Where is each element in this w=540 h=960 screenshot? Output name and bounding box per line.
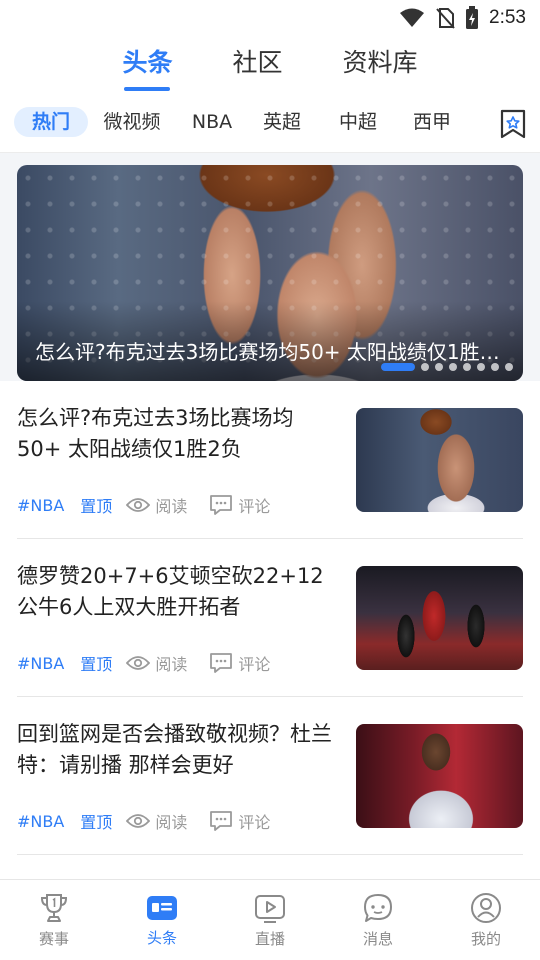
eye-icon (126, 656, 151, 670)
category-la-liga[interactable]: 西甲 (410, 107, 454, 137)
comment-action[interactable]: 评论 (209, 809, 270, 833)
comment-icon (210, 653, 233, 673)
bottom-tab-label: 头条 (146, 928, 177, 947)
eye-icon (126, 498, 151, 512)
status-bar: 2:53 (0, 0, 540, 36)
bottom-tab-label: 我的 (470, 929, 501, 948)
carousel-dot[interactable] (477, 363, 485, 371)
news-tag[interactable]: #NBA (17, 812, 64, 831)
bottom-tab-live[interactable]: 直播 (216, 892, 324, 949)
comment-label: 评论 (238, 497, 271, 516)
tab-community[interactable]: 社区 (232, 43, 282, 85)
top-tabs: 头条 社区 资料库 (0, 36, 540, 92)
news-thumbnail[interactable] (356, 724, 523, 828)
battery-charging-icon (465, 6, 479, 30)
read-action[interactable]: 阅读 (126, 493, 187, 517)
category-csl[interactable]: 中超 (336, 107, 380, 137)
bottom-tab-profile[interactable]: 我的 (432, 892, 540, 949)
bottom-tab-label: 赛事 (38, 929, 69, 948)
bottom-tab-bar: 赛事 头条 直播 消息 我的 (0, 879, 540, 960)
pinned-label: 置顶 (80, 497, 113, 516)
news-item[interactable]: 回到篮网是否会播致敬视频？杜兰特：请别播 那样会更好 #NBA 置顶 阅读 评论 (17, 697, 523, 855)
comment-label: 评论 (238, 813, 271, 832)
category-micro-video[interactable]: 微视频 (92, 107, 172, 137)
wifi-icon (399, 8, 425, 28)
news-tag[interactable]: #NBA (17, 496, 64, 515)
bottom-tab-label: 消息 (362, 929, 393, 948)
read-label: 阅读 (155, 655, 188, 674)
carousel-dot[interactable] (421, 363, 429, 371)
chat-bubble-icon (364, 893, 392, 922)
news-title: 德罗赞20+7+6艾顿空砍22+12 公牛6人上双大胜开拓者 (17, 564, 324, 619)
tab-database[interactable]: 资料库 (343, 43, 418, 85)
banner-section: 怎么评?布克过去3场比赛场均50+ 太阳战绩仅1胜2负 (0, 153, 540, 381)
bottom-tab-label: 直播 (254, 929, 285, 948)
eye-icon (126, 814, 151, 828)
read-action[interactable]: 阅读 (126, 809, 187, 833)
trophy-icon (40, 893, 68, 922)
news-tag[interactable]: #NBA (17, 654, 64, 673)
news-text: 怎么评?布克过去3场比赛场均50+ 太阳战绩仅1胜2负 #NBA 置顶 阅读 评… (17, 381, 337, 517)
news-meta: #NBA 置顶 阅读 评论 (17, 651, 337, 675)
no-sim-icon (435, 7, 455, 29)
news-title: 怎么评?布克过去3场比赛场均50+ 太阳战绩仅1胜2负 (17, 406, 294, 461)
bookmark-icon[interactable] (500, 109, 526, 139)
news-text: 回到篮网是否会播致敬视频？杜兰特：请别播 那样会更好 #NBA 置顶 阅读 评论 (17, 697, 337, 833)
news-meta: #NBA 置顶 阅读 评论 (17, 809, 337, 833)
news-title: 回到篮网是否会播致敬视频？杜兰特：请别播 那样会更好 (17, 722, 332, 777)
comment-label: 评论 (238, 655, 271, 674)
category-premier-league[interactable]: 英超 (260, 107, 304, 137)
pinned-label: 置顶 (80, 655, 113, 674)
news-item[interactable]: 怎么评?布克过去3场比赛场均50+ 太阳战绩仅1胜2负 #NBA 置顶 阅读 评… (17, 381, 523, 539)
carousel-indicator (381, 363, 513, 371)
news-card-icon (147, 895, 177, 920)
category-hot[interactable]: 热门 (14, 107, 88, 137)
news-item[interactable]: 德罗赞20+7+6艾顿空砍22+12 公牛6人上双大胜开拓者 #NBA 置顶 阅… (17, 539, 523, 697)
comment-action[interactable]: 评论 (209, 651, 270, 675)
play-screen-icon (255, 894, 285, 923)
news-meta: #NBA 置顶 阅读 评论 (17, 493, 337, 517)
tab-headlines[interactable]: 头条 (122, 43, 172, 85)
news-text: 德罗赞20+7+6艾顿空砍22+12 公牛6人上双大胜开拓者 #NBA 置顶 阅… (17, 539, 337, 675)
banner-title: 怎么评?布克过去3场比赛场均50+ 太阳战绩仅1胜2负 (35, 340, 505, 364)
read-label: 阅读 (155, 813, 188, 832)
category-nba[interactable]: NBA (188, 107, 236, 137)
news-thumbnail[interactable] (356, 408, 523, 512)
news-thumbnail[interactable] (356, 566, 523, 670)
bottom-tab-headlines[interactable]: 头条 (108, 893, 216, 948)
comment-action[interactable]: 评论 (209, 493, 270, 517)
carousel-dot[interactable] (449, 363, 457, 371)
carousel-dot[interactable] (463, 363, 471, 371)
carousel-dot[interactable] (381, 363, 415, 371)
pinned-label: 置顶 (80, 813, 113, 832)
category-bar: 热门 微视频 NBA 英超 中超 西甲 (0, 92, 540, 153)
read-label: 阅读 (155, 497, 188, 516)
carousel-dot[interactable] (435, 363, 443, 371)
comment-icon (210, 495, 233, 515)
news-list: 怎么评?布克过去3场比赛场均50+ 太阳战绩仅1胜2负 #NBA 置顶 阅读 评… (0, 381, 540, 855)
status-time: 2:53 (489, 7, 526, 28)
comment-icon (210, 811, 233, 831)
carousel-dot[interactable] (505, 363, 513, 371)
bottom-tab-messages[interactable]: 消息 (324, 892, 432, 949)
read-action[interactable]: 阅读 (126, 651, 187, 675)
bottom-tab-events[interactable]: 赛事 (0, 892, 108, 949)
user-icon (471, 892, 501, 923)
banner-carousel[interactable]: 怎么评?布克过去3场比赛场均50+ 太阳战绩仅1胜2负 (17, 165, 523, 381)
carousel-dot[interactable] (491, 363, 499, 371)
